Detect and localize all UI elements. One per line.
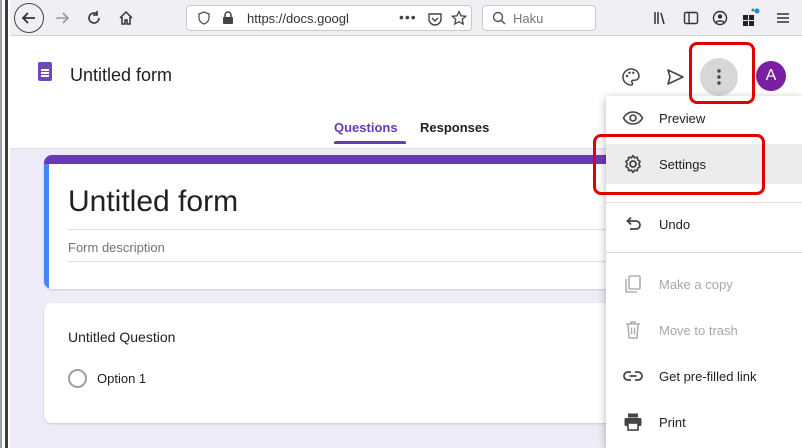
option-radio[interactable] <box>68 369 87 388</box>
form-name[interactable]: Untitled form <box>70 65 172 86</box>
library-icon[interactable] <box>653 10 669 26</box>
customize-theme-button[interactable] <box>618 64 644 90</box>
copy-icon <box>622 273 644 295</box>
url-bar[interactable]: https://docs.googl ••• <box>186 5 472 31</box>
pocket-icon[interactable] <box>427 11 443 27</box>
forms-logo-icon[interactable] <box>38 62 52 81</box>
extension-icon[interactable] <box>741 7 761 27</box>
search-icon <box>492 11 506 25</box>
question-title[interactable]: Untitled Question <box>68 329 175 345</box>
menu-item-prefilled-link[interactable]: Get pre-filled link <box>606 356 802 396</box>
search-bar[interactable]: Haku <box>482 5 596 31</box>
window-edge <box>0 0 10 448</box>
browser-toolbar: https://docs.googl ••• Haku <box>10 0 802 36</box>
sidebar-icon[interactable] <box>683 10 699 26</box>
menu-item-print[interactable]: Print <box>606 402 802 442</box>
form-title-input[interactable]: Untitled form <box>68 185 238 219</box>
shield-icon <box>198 11 210 25</box>
home-button[interactable] <box>114 6 138 30</box>
forward-button[interactable] <box>50 6 74 30</box>
reload-button[interactable] <box>82 6 106 30</box>
form-description-input[interactable]: Form description <box>68 240 165 255</box>
link-icon <box>622 365 644 387</box>
back-arrow-icon <box>21 12 35 24</box>
send-button[interactable] <box>662 64 688 90</box>
bookmark-star-icon[interactable] <box>451 10 467 26</box>
back-button[interactable] <box>14 3 44 33</box>
lock-icon <box>223 11 233 24</box>
form-title-card[interactable]: Untitled form Form description <box>44 155 664 289</box>
avatar[interactable]: A <box>756 61 786 91</box>
more-options-menu: Preview Settings Undo Make a copy Move t… <box>606 96 802 448</box>
url-text: https://docs.googl <box>247 11 349 26</box>
reload-icon <box>88 11 100 24</box>
page-actions-icon[interactable]: ••• <box>399 9 417 25</box>
eye-icon <box>622 107 644 129</box>
undo-icon <box>622 213 644 235</box>
palette-icon <box>622 68 640 86</box>
send-icon <box>667 69 684 85</box>
focus-indicator <box>44 164 49 289</box>
active-tab-indicator <box>334 141 406 144</box>
theme-strip <box>44 155 664 164</box>
hamburger-menu-icon[interactable] <box>775 10 791 26</box>
account-icon[interactable] <box>712 10 728 26</box>
tab-questions[interactable]: Questions <box>334 120 398 135</box>
menu-item-make-copy[interactable]: Make a copy <box>606 264 802 304</box>
menu-item-undo[interactable]: Undo <box>606 204 802 244</box>
gear-icon <box>622 153 644 175</box>
forward-arrow-icon <box>56 12 70 24</box>
home-icon <box>119 10 133 25</box>
menu-item-move-trash[interactable]: Move to trash <box>606 310 802 350</box>
search-placeholder: Haku <box>513 11 544 26</box>
question-card[interactable]: Untitled Question Option 1 <box>44 303 664 423</box>
menu-item-preview[interactable]: Preview <box>606 98 802 138</box>
more-vert-icon <box>717 69 721 85</box>
printer-icon <box>622 411 644 433</box>
menu-item-settings[interactable]: Settings <box>606 144 802 184</box>
trash-icon <box>622 319 644 341</box>
option-label[interactable]: Option 1 <box>97 371 146 386</box>
more-options-button[interactable] <box>700 58 738 96</box>
tab-responses[interactable]: Responses <box>420 120 489 135</box>
